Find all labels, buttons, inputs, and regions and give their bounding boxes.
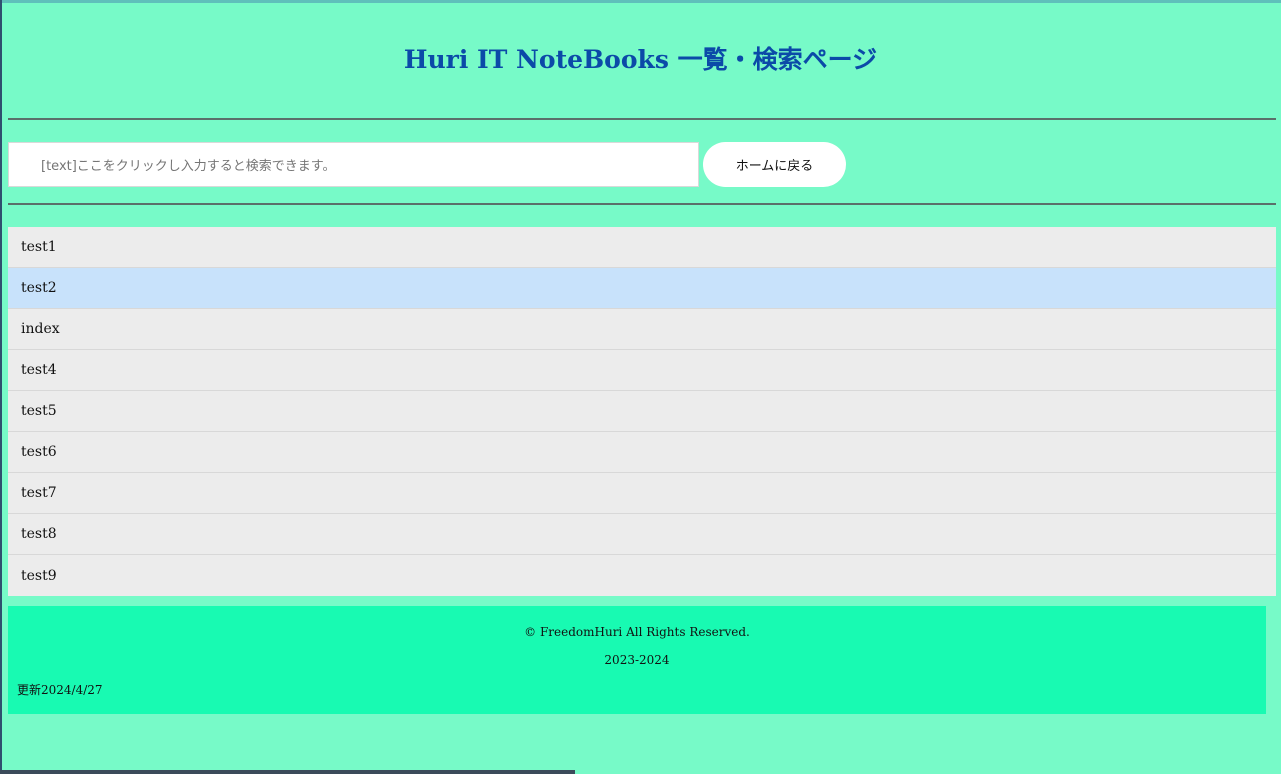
- list-item[interactable]: test4: [8, 350, 1276, 391]
- bottom-divider: [8, 203, 1276, 205]
- list-item[interactable]: test9: [8, 555, 1276, 596]
- list-item-label: test5: [21, 403, 57, 419]
- footer-years: 2023-2024: [604, 653, 670, 667]
- page-title: Huri IT NoteBooks 一覧・検索ページ: [403, 45, 878, 74]
- list-item[interactable]: test8: [8, 514, 1276, 555]
- list-item-label: test9: [21, 567, 57, 584]
- list-item[interactable]: test7: [8, 473, 1276, 514]
- list-item-label: test6: [21, 444, 57, 460]
- list-item-label: test4: [21, 362, 57, 378]
- list-item-label: test2: [21, 280, 57, 296]
- list-item-selected[interactable]: test2: [8, 268, 1276, 309]
- home-button[interactable]: ホームに戻る: [703, 142, 846, 187]
- top-divider: [8, 118, 1276, 120]
- list-item[interactable]: test5: [8, 391, 1276, 432]
- list-item-label: test8: [21, 526, 57, 542]
- footer-updated: 更新2024/4/27: [17, 683, 103, 697]
- list-item-label: index: [21, 321, 60, 337]
- list-item-label: test1: [21, 239, 57, 255]
- list-item-label: test7: [21, 485, 57, 501]
- list-item[interactable]: test6: [8, 432, 1276, 473]
- home-button-label: ホームに戻る: [735, 159, 814, 174]
- search-input[interactable]: [text]ここをクリックし入力すると検索できます。: [8, 142, 699, 187]
- window-top-strip: [2, 0, 1281, 3]
- footer: © FreedomHuri All Rights Reserved. 2023-…: [8, 606, 1266, 714]
- window-left-edge: [0, 0, 2, 774]
- footer-copyright: © FreedomHuri All Rights Reserved.: [524, 625, 750, 639]
- list-item[interactable]: index: [8, 309, 1276, 350]
- list-item[interactable]: test1: [8, 227, 1276, 268]
- notebook-list: test1 test2 index test4 test5 test6 test…: [8, 227, 1276, 596]
- search-placeholder: [text]ここをクリックし入力すると検索できます。: [41, 159, 336, 174]
- window-bottom-strip: [0, 770, 575, 774]
